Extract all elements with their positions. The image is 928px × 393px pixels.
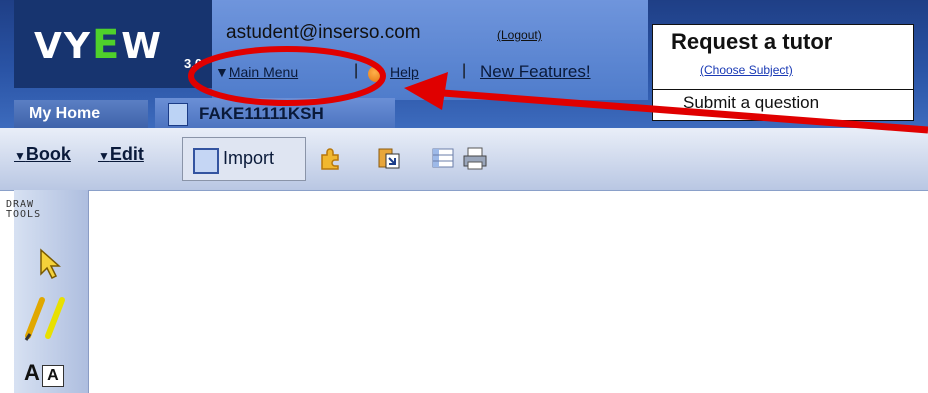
logout-link[interactable]: (Logout) (497, 28, 542, 42)
menu-separator: | (354, 62, 359, 79)
text-box-icon: A (41, 365, 64, 387)
book-menu-arrow-icon: ▼ (14, 149, 26, 163)
tab-my-home[interactable]: My Home (14, 100, 148, 128)
tab-book[interactable]: FAKE11111KSH (155, 98, 395, 128)
table-icon[interactable] (430, 145, 456, 171)
pen-tool-icon[interactable] (22, 296, 72, 342)
draw-tools-label: DRAW TOOLS (6, 199, 42, 220)
book-menu[interactable]: ▼Book (14, 144, 71, 165)
main-menu-label: Main Menu (228, 64, 299, 80)
edit-menu[interactable]: ▼Edit (98, 144, 144, 165)
import-label: Import (223, 148, 275, 168)
menu-separator: | (462, 62, 467, 79)
edit-menu-label: Edit (109, 144, 144, 164)
logo-version: 3.0 (184, 56, 203, 71)
tutor-box-divider (653, 89, 913, 90)
request-tutor-box: Request a tutor (Choose Subject) Submit … (652, 24, 914, 121)
book-icon (168, 103, 188, 126)
logo-text: VYEW (34, 22, 163, 68)
help-icon[interactable] (368, 66, 384, 82)
submit-question-button[interactable]: Submit a question (683, 93, 819, 113)
book-menu-label: Book (25, 144, 71, 164)
main-menu-link[interactable]: ▼Main Menu (215, 64, 298, 80)
text-tool[interactable]: AA (24, 360, 64, 387)
request-tutor-title[interactable]: Request a tutor (671, 29, 832, 55)
import-icon (193, 148, 219, 174)
tab-my-home-label: My Home (29, 105, 101, 122)
print-icon[interactable] (462, 145, 488, 171)
user-email: astudent@inserso.com (226, 22, 421, 43)
tab-book-title: FAKE11111KSH (199, 104, 324, 123)
puzzle-icon[interactable] (318, 145, 344, 171)
main-menu-arrow-icon: ▼ (215, 64, 229, 80)
text-tool-letter: A (24, 360, 40, 385)
help-link[interactable]: Help (390, 64, 419, 80)
pointer-arrow-icon[interactable] (38, 248, 64, 280)
choose-subject-link[interactable]: (Choose Subject) (700, 63, 793, 77)
import-button[interactable]: Import (182, 137, 306, 181)
edit-menu-arrow-icon: ▼ (98, 149, 110, 163)
account-panel (212, 0, 648, 100)
drawing-canvas[interactable] (89, 191, 928, 393)
new-features-link[interactable]: New Features! (480, 62, 591, 82)
vyew-logo[interactable]: VYEW 3.0 (14, 0, 214, 88)
paste-icon[interactable] (376, 145, 402, 171)
